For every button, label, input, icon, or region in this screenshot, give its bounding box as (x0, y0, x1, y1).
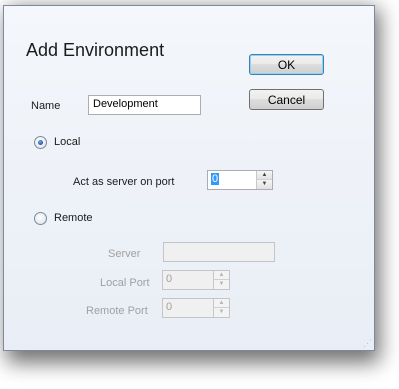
stepper-buttons: ▲ ▼ (213, 299, 229, 317)
server-port-label: Act as server on port (73, 176, 175, 188)
stepper-buttons: ▲ ▼ (213, 271, 229, 289)
local-port-stepper[interactable]: 0 ▲ ▼ (162, 270, 230, 290)
local-port-value[interactable]: 0 (166, 273, 172, 285)
spin-down-icon[interactable]: ▼ (214, 280, 229, 289)
local-port-label: Local Port (100, 277, 150, 289)
radio-selected-dot (38, 140, 43, 145)
server-field[interactable] (163, 242, 275, 262)
server-label: Server (108, 248, 141, 260)
remote-port-value[interactable]: 0 (166, 301, 172, 313)
stepper-buttons: ▲ ▼ (256, 171, 272, 189)
spin-down-icon[interactable]: ▼ (214, 308, 229, 317)
spin-up-icon[interactable]: ▲ (214, 299, 229, 308)
remote-port-stepper[interactable]: 0 ▲ ▼ (162, 298, 230, 318)
local-radio-label[interactable]: Local (54, 136, 80, 148)
cancel-button[interactable]: Cancel (249, 89, 324, 110)
spin-up-icon[interactable]: ▲ (257, 171, 272, 180)
remote-radio-label[interactable]: Remote (54, 212, 93, 224)
remote-radio[interactable] (34, 212, 47, 225)
server-port-stepper[interactable]: 0 ▲ ▼ (207, 170, 273, 190)
spin-down-icon[interactable]: ▼ (257, 180, 272, 189)
add-environment-dialog: Add Environment OK Cancel Name Developme… (3, 5, 375, 351)
resize-grip-icon[interactable]: ⋰ (362, 338, 372, 348)
local-radio[interactable] (34, 136, 47, 149)
name-field[interactable]: Development (88, 95, 201, 115)
dialog-title: Add Environment (26, 40, 165, 60)
name-label: Name (31, 100, 61, 112)
ok-button[interactable]: OK (249, 54, 324, 75)
server-port-value[interactable]: 0 (211, 173, 220, 185)
spin-up-icon[interactable]: ▲ (214, 271, 229, 280)
remote-port-label: Remote Port (86, 305, 148, 317)
